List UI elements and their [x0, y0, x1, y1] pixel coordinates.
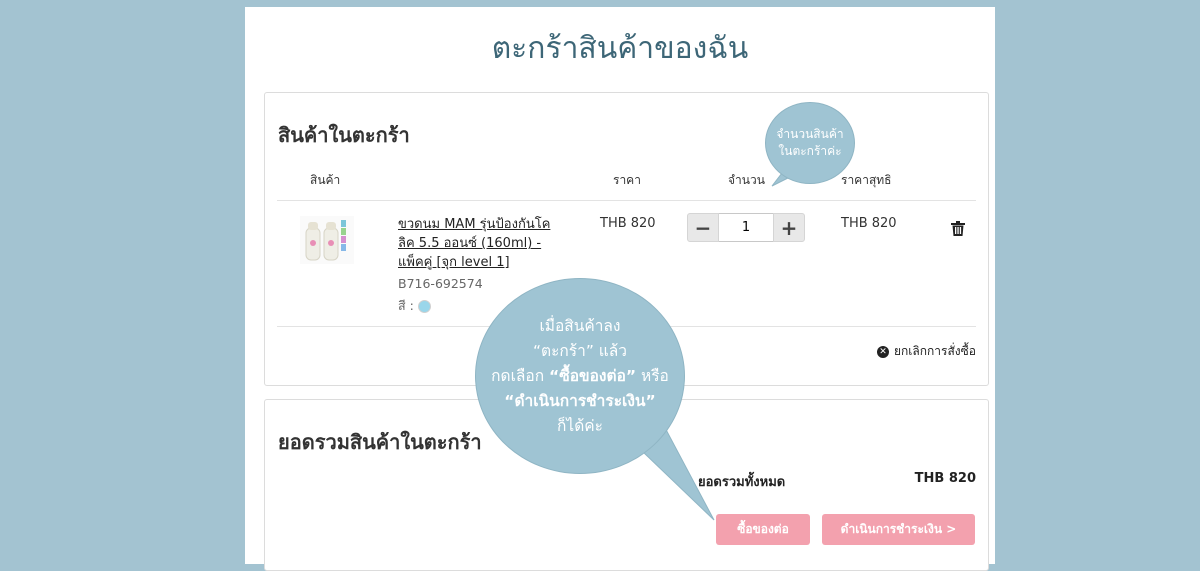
decrease-quantity-button[interactable]: −	[687, 213, 719, 242]
color-swatch	[417, 299, 431, 313]
checkout-hint-line3-post: หรือ	[636, 366, 669, 385]
checkout-hint-line2: “ตะกร้า” แล้ว	[533, 341, 627, 360]
cancel-order-label: ยกเลิกการสั่งซื้อ	[893, 344, 976, 358]
quantity-input[interactable]	[719, 213, 773, 242]
item-price: THB 820	[600, 216, 656, 231]
color-label: สี :	[398, 298, 414, 313]
header-divider	[277, 200, 976, 201]
checkout-hint-line4: “ดำเนินการชำระเงิน”	[504, 391, 656, 410]
increase-quantity-button[interactable]: +	[773, 213, 805, 242]
quantity-hint-line2: ในตะกร้าค่ะ	[778, 144, 842, 158]
total-value: THB 820	[914, 471, 976, 486]
trash-icon[interactable]	[951, 221, 965, 236]
checkout-hint-line1: เมื่อสินค้าลง	[539, 316, 621, 335]
close-circle-icon: ✕	[876, 345, 889, 358]
checkout-hint-line3-pre: กดเลือก	[491, 366, 550, 385]
product-color: สี :	[398, 296, 431, 316]
column-header-quantity: จำนวน	[728, 173, 765, 187]
continue-shopping-button[interactable]: ซื้อของต่อ	[716, 514, 810, 545]
product-name-link[interactable]: ขวดนม MAM รุ่นป้องกันโคลิค 5.5 ออนซ์ (16…	[398, 215, 563, 272]
quantity-stepper: − +	[687, 213, 805, 242]
cart-summary-heading: ยอดรวมสินค้าในตะกร้า	[278, 430, 482, 454]
checkout-button[interactable]: ดำเนินการชำระเงิน >	[822, 514, 975, 545]
checkout-hint-line5: ก็ได้ค่ะ	[557, 416, 603, 435]
product-sku: B716-692574	[398, 276, 483, 291]
checkout-hint-line3-bold: “ซื้อของต่อ”	[549, 366, 637, 385]
plus-icon: +	[780, 215, 798, 240]
cart-items-heading: สินค้าในตะกร้า	[278, 123, 410, 147]
minus-icon: −	[694, 215, 712, 240]
column-header-net-price: ราคาสุทธิ	[841, 173, 892, 187]
product-image[interactable]	[300, 216, 354, 264]
item-net-price: THB 820	[841, 216, 897, 231]
checkout-hint-line3: กดเลือก “ซื้อของต่อ” หรือ	[491, 364, 669, 389]
quantity-hint-bubble: จำนวนสินค้า ในตะกร้าค่ะ	[765, 102, 855, 184]
cancel-order-link[interactable]: ✕ ยกเลิกการสั่งซื้อ	[876, 342, 976, 361]
checkout-hint-bubble: เมื่อสินค้าลง “ตะกร้า” แล้ว กดเลือก “ซื้…	[475, 278, 685, 474]
page-title: ตะกร้าสินค้าของฉัน	[491, 31, 749, 66]
quantity-hint-line1: จำนวนสินค้า	[776, 127, 844, 141]
column-header-price: ราคา	[613, 173, 641, 187]
column-header-product: สินค้า	[310, 173, 341, 187]
